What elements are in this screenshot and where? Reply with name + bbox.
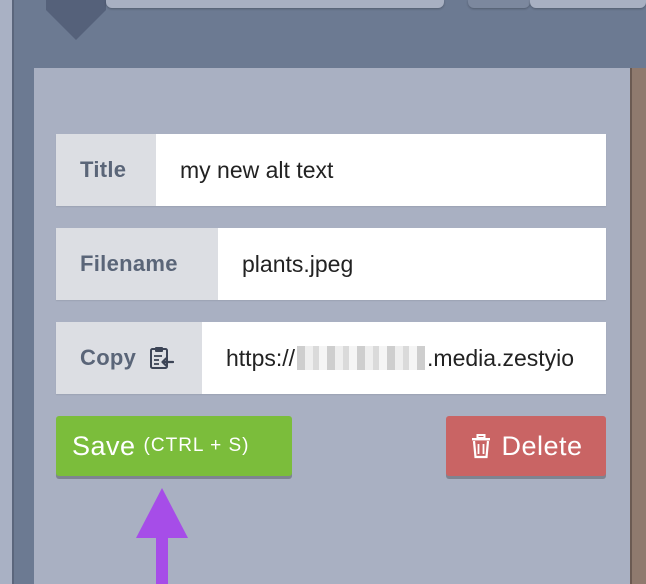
- delete-button[interactable]: Delete: [446, 416, 606, 476]
- trash-icon: [472, 434, 491, 459]
- filename-label: Filename: [56, 228, 218, 300]
- url-value[interactable]: https:// .media.zestyio: [202, 322, 606, 394]
- copy-url-field: Copy https:// .media.zestyio: [56, 322, 606, 394]
- active-tab[interactable]: [46, 0, 106, 10]
- arrow-up-icon: [136, 488, 188, 584]
- image-preview-edge: [630, 68, 646, 584]
- top-tab[interactable]: [106, 0, 444, 8]
- filename-input[interactable]: [218, 228, 606, 300]
- title-label: Title: [56, 134, 156, 206]
- delete-label: Delete: [501, 430, 583, 461]
- save-shortcut: (CTRL + S): [143, 435, 250, 456]
- filename-field: Filename: [56, 228, 606, 300]
- title-input[interactable]: [156, 134, 606, 206]
- title-field: Title: [56, 134, 606, 206]
- copy-button[interactable]: Copy: [56, 322, 202, 394]
- top-tab[interactable]: [530, 0, 646, 8]
- dropdown-caret: [46, 10, 106, 40]
- save-button[interactable]: Save (CTRL + S): [56, 416, 292, 476]
- url-suffix: .media.zestyio: [427, 344, 575, 371]
- redacted-subdomain: [297, 346, 426, 370]
- left-rail: [0, 0, 14, 584]
- url-prefix: https://: [226, 344, 296, 371]
- copy-label: Copy: [80, 345, 137, 370]
- top-tab[interactable]: [468, 0, 530, 8]
- clipboard-icon: [150, 347, 175, 369]
- save-label: Save: [72, 430, 136, 461]
